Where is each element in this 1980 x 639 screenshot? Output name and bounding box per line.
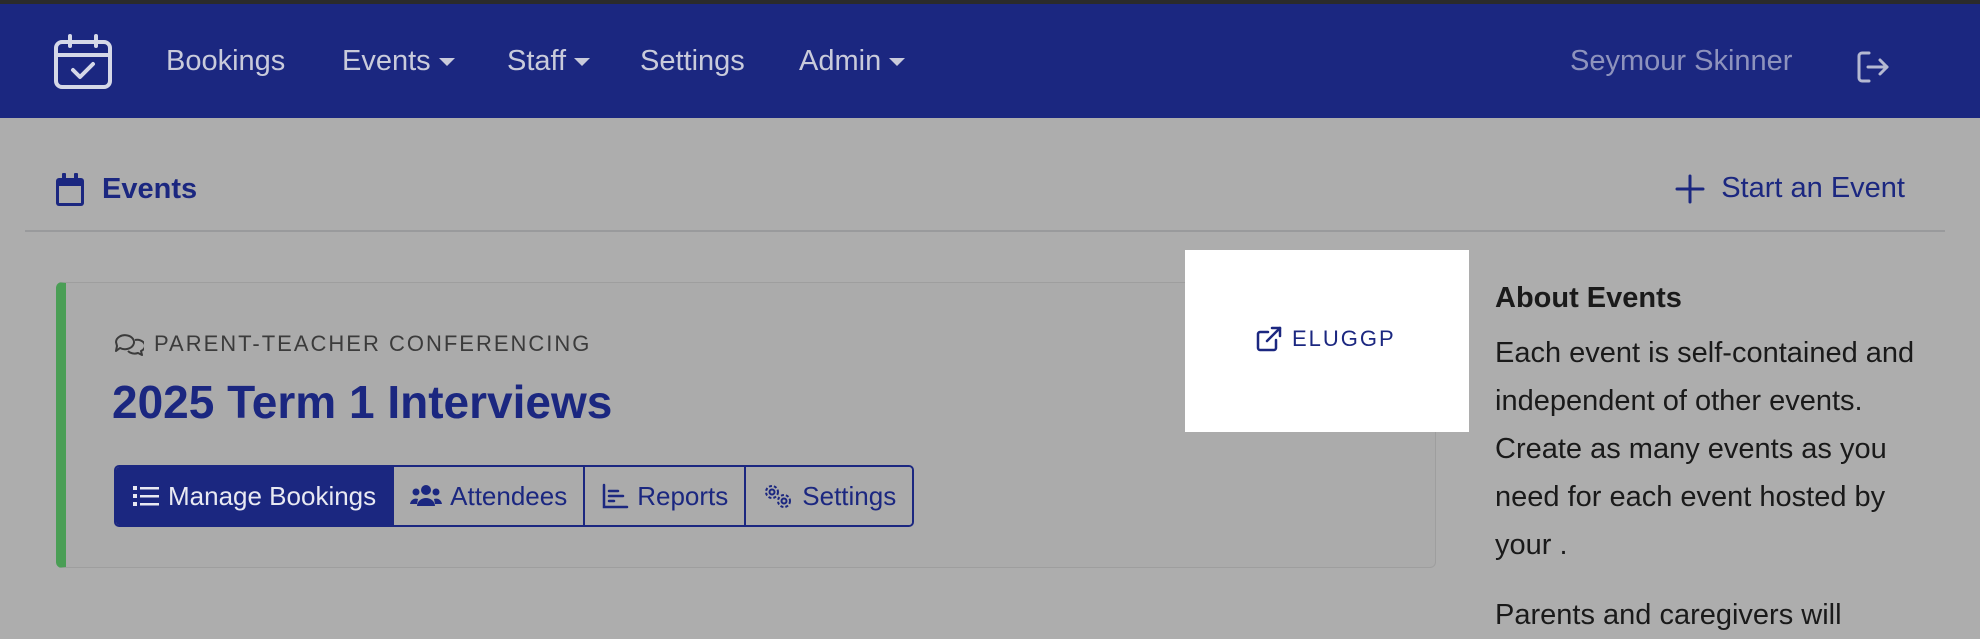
nav-staff-dropdown[interactable]: Staff: [507, 45, 591, 78]
event-settings-button[interactable]: Settings: [746, 467, 913, 525]
caret-down-icon: [574, 57, 591, 66]
nav-settings-label: Settings: [640, 45, 745, 77]
start-event-button[interactable]: Start an Event: [1675, 172, 1905, 205]
nav-bookings[interactable]: Bookings: [166, 45, 285, 78]
calendar-icon: [55, 173, 85, 207]
nav-settings[interactable]: Settings: [640, 45, 745, 78]
reports-button[interactable]: Reports: [585, 467, 747, 525]
gears-icon: [765, 485, 792, 508]
event-type-label: PARENT-TEACHER CONFERENCING: [154, 331, 592, 356]
list-icon: [133, 486, 159, 506]
user-name[interactable]: Seymour Skinner: [1570, 45, 1792, 78]
nav-staff-label: Staff: [507, 45, 567, 77]
event-actions: Manage Bookings Attendees Reports Settin…: [114, 465, 915, 527]
about-paragraph-1: Each event is self-contained and indepen…: [1495, 337, 1915, 561]
manage-bookings-label: Manage Bookings: [168, 480, 377, 511]
page-header: Events Start an Event: [25, 118, 1945, 232]
logout-icon[interactable]: [1855, 49, 1891, 85]
event-code: ELUGGP: [1292, 326, 1396, 351]
event-title[interactable]: 2025 Term 1 Interviews: [112, 375, 612, 429]
about-events-panel: About Events Each event is self-containe…: [1495, 282, 1935, 639]
top-navbar: Bookings Events Staff Settings Admin Sey…: [0, 4, 1980, 118]
attendees-button[interactable]: Attendees: [394, 467, 586, 525]
about-paragraph-2: Parents and caregivers will: [1495, 599, 1842, 631]
nav-events-dropdown[interactable]: Events: [342, 45, 455, 78]
chart-bar-icon: [602, 483, 629, 509]
reports-label: Reports: [637, 480, 729, 511]
event-type: PARENT-TEACHER CONFERENCING: [114, 331, 591, 357]
users-icon: [410, 485, 443, 506]
comments-icon: [114, 331, 146, 357]
event-code-link[interactable]: ELUGGP: [1256, 326, 1396, 352]
external-link-icon: [1256, 326, 1282, 352]
event-settings-label: Settings: [802, 480, 897, 511]
nav-admin-label: Admin: [799, 45, 882, 77]
caret-down-icon: [889, 57, 906, 66]
nav-events-label: Events: [342, 45, 431, 77]
page-title: Events: [102, 173, 198, 205]
calendar-check-icon[interactable]: [52, 33, 114, 91]
attendees-label: Attendees: [450, 480, 568, 511]
caret-down-icon: [438, 57, 455, 66]
start-event-label: Start an Event: [1721, 172, 1905, 204]
about-heading: About Events: [1495, 282, 1682, 314]
nav-bookings-label: Bookings: [166, 45, 286, 77]
plus-icon: [1675, 174, 1705, 204]
nav-admin-dropdown[interactable]: Admin: [799, 45, 906, 78]
manage-bookings-button[interactable]: Manage Bookings: [116, 467, 395, 525]
